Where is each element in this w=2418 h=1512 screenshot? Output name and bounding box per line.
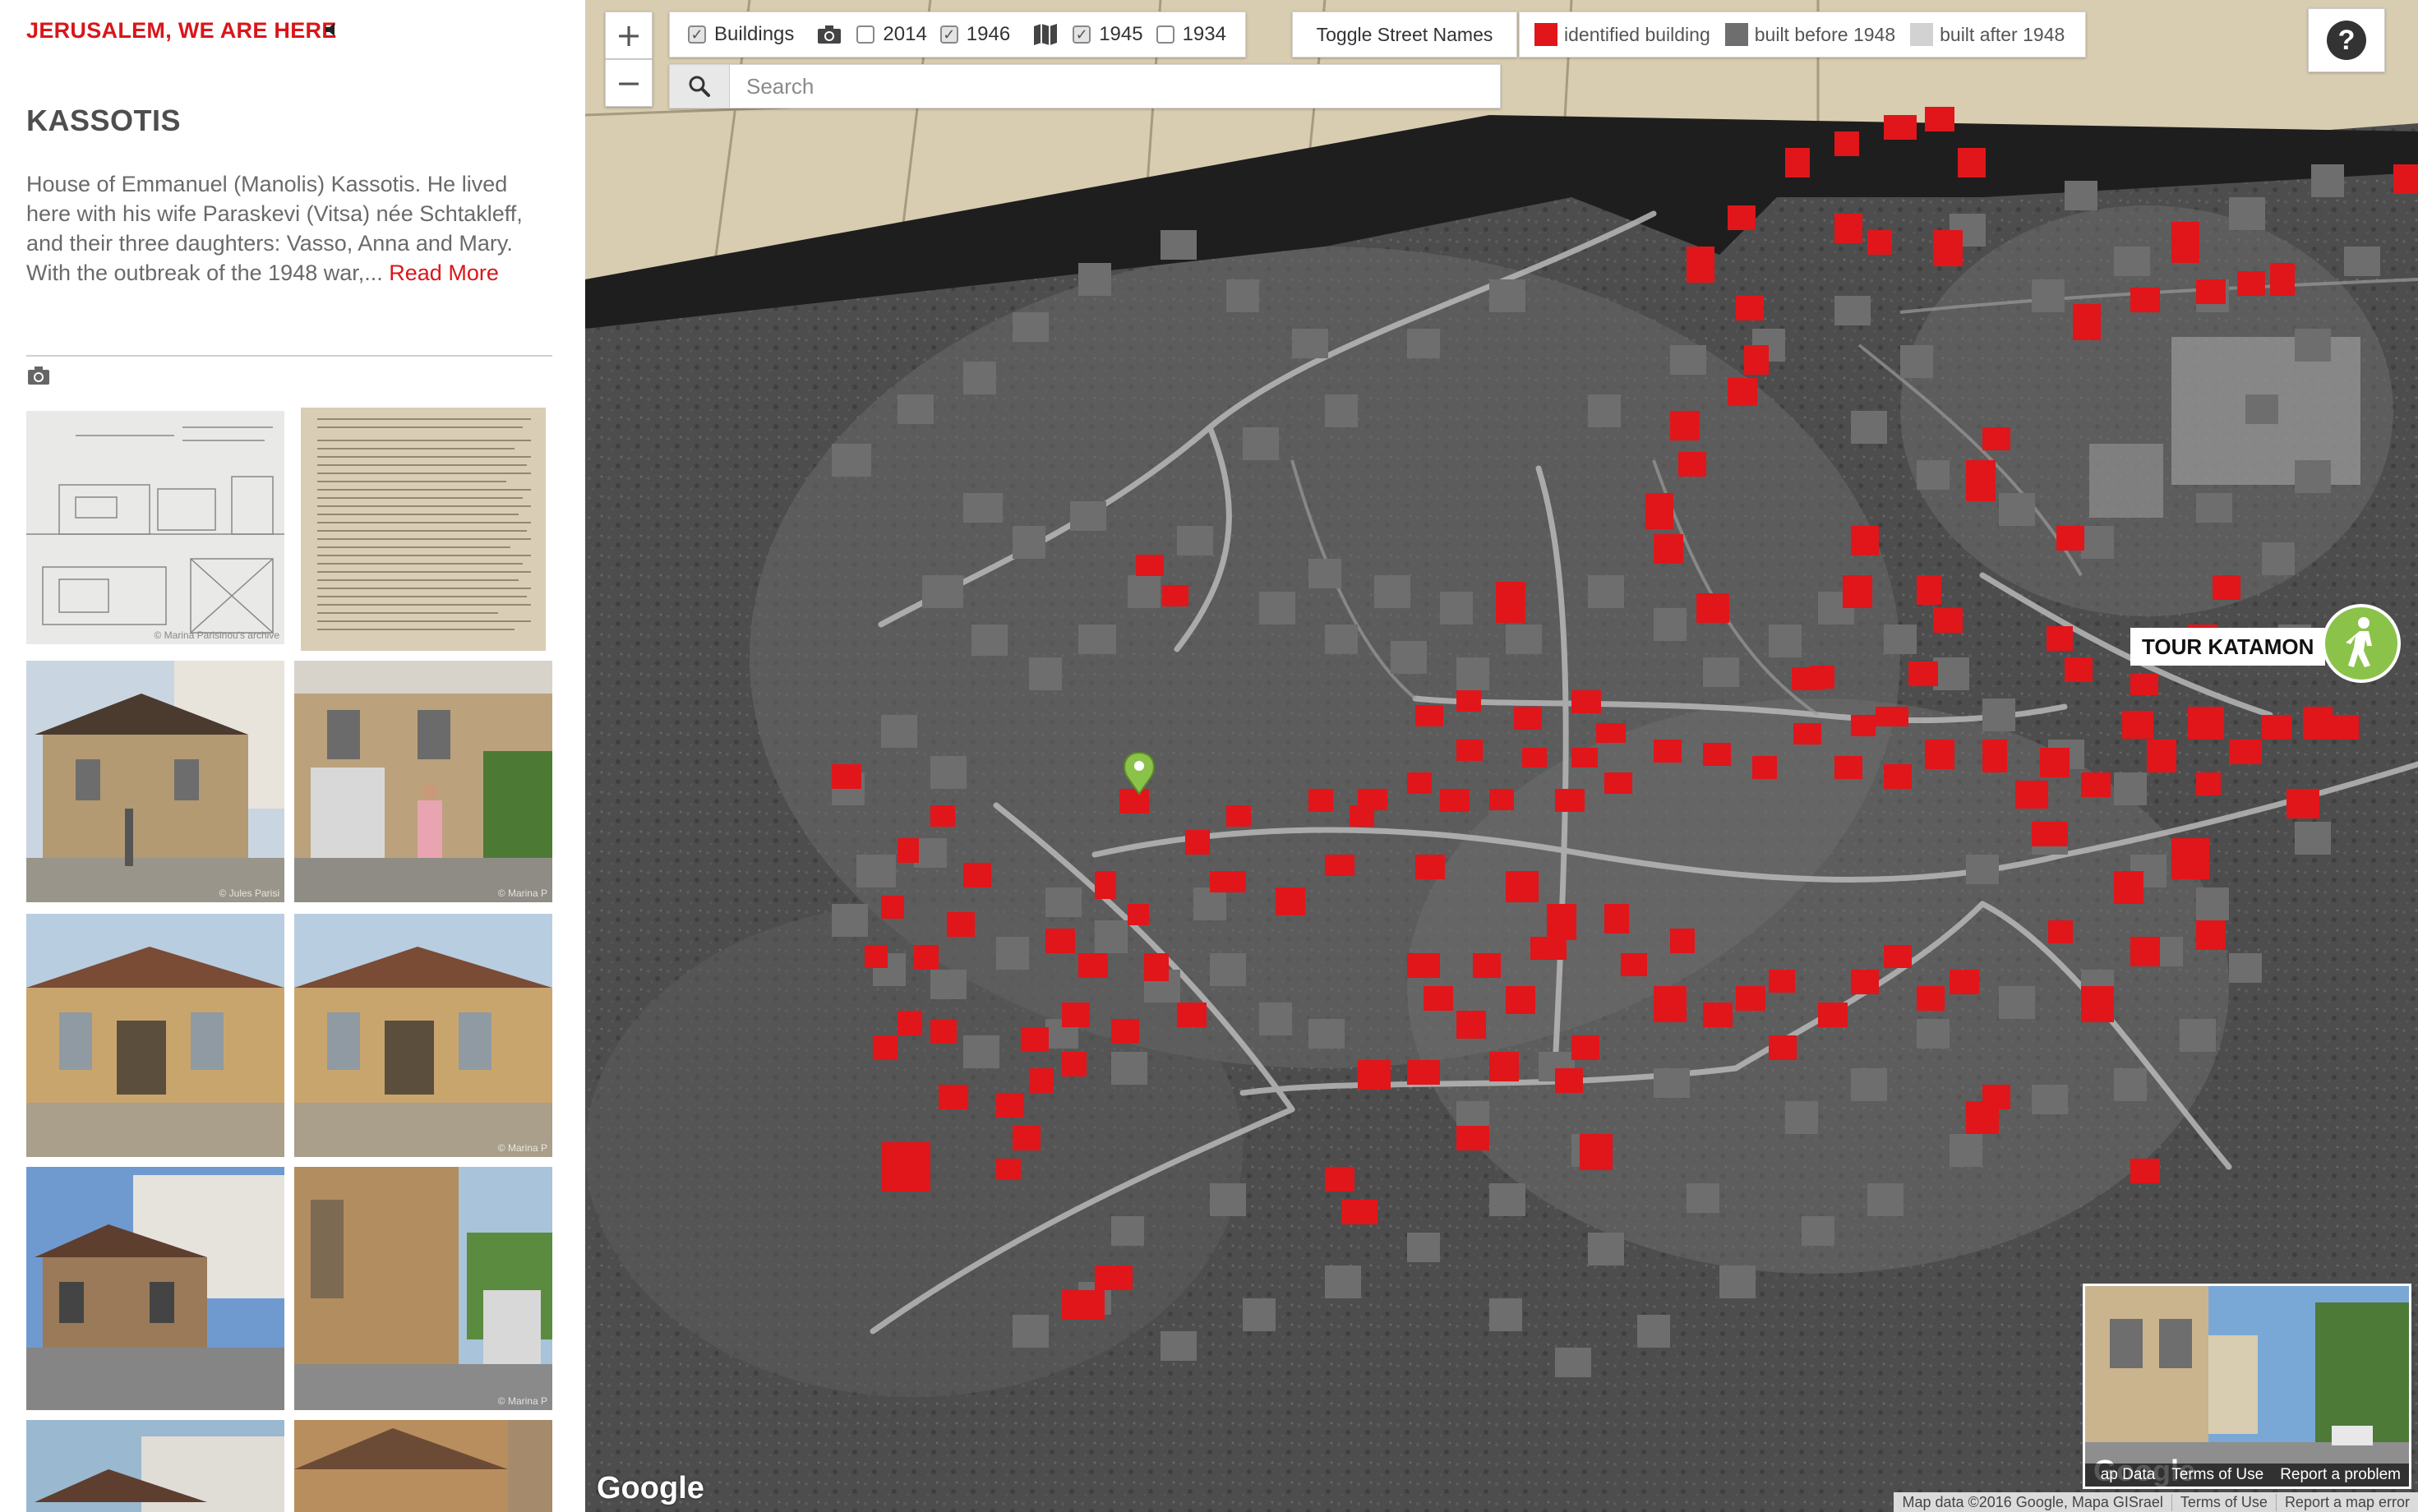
help-icon: ? [2327,21,2366,60]
help-button[interactable]: ? [2308,8,2385,72]
gallery-thumb-house-front[interactable]: © Jules Parisi [26,661,284,902]
legend-swatch-grey [1724,23,1748,46]
street-view-terms-link[interactable]: Terms of Use [2171,1466,2263,1484]
zoom-in-button[interactable]: + [605,12,653,59]
search-icon [689,76,710,97]
camera-icon [817,25,842,44]
year-1945-checkbox[interactable]: ✓ [1073,25,1091,44]
street-view-map-data: ap Data [2100,1466,2156,1483]
year-1934-label: 1934 [1182,23,1226,45]
search-bar [669,64,1501,108]
walking-person-icon[interactable] [2321,603,2402,684]
gallery-thumb-house-wall[interactable]: © Marina P [294,1167,552,1410]
speaker-icon[interactable] [324,21,339,38]
street-view-thumbnail[interactable]: Google ap Data Terms of Use Report a pro… [2083,1284,2411,1489]
thumb-credit: © Marina Parisinou's archive [154,629,279,641]
zoom-out-button[interactable]: − [605,59,653,107]
legend-panel: identified building built before 1948 bu… [1519,12,2086,58]
svg-text:?: ? [2338,25,2356,56]
search-button[interactable] [670,65,730,108]
report-map-error-link[interactable]: Report a map error [2275,1493,2418,1511]
legend-label: identified building [1564,23,1710,45]
toggle-street-names-button[interactable]: Toggle Street Names [1292,12,1517,58]
year-1945-toggle[interactable]: ✓ 1945 [1073,23,1143,46]
legend-swatch-red [1534,23,1557,46]
search-input[interactable] [730,66,1488,107]
street-view-links: ap Data Terms of Use Report a problem [2085,1464,2409,1487]
year-2014-toggle[interactable]: 2014 [856,23,927,46]
thumb-credit: © Marina P [497,1395,547,1407]
map-attribution: Map data ©2016 Google, Mapa GISrael Term… [1894,1492,2418,1512]
layer-panel: ✓ Buildings 2014 ✓ 1946 ✓ 1945 1934 [669,12,1246,58]
place-title: KASSOTIS [26,104,182,137]
legend-swatch-light [1910,23,1934,46]
legend-item-identified: identified building [1534,23,1710,46]
gallery-thumb-house-gate[interactable]: © Marina P [294,661,552,902]
gallery-thumb-blueprint[interactable]: © Marina Parisinou's archive [26,411,284,644]
sidebar: JERUSALEM, WE ARE HERE KASSOTIS House of… [0,0,585,1512]
place-description: House of Emmanuel (Manolis) Kassotis. He… [26,169,552,288]
buildings-toggle[interactable]: ✓ Buildings [688,23,794,46]
thumb-credit: © Jules Parisi [219,887,279,899]
map-icon [1033,23,1058,46]
legend-item-after-1948: built after 1948 [1910,23,2065,46]
legend-label: built before 1948 [1754,23,1896,45]
legend-label: built after 1948 [1940,23,2065,45]
gallery-thumb-house-sunlit-2[interactable]: © Marina P [294,914,552,1157]
buildings-label: Buildings [714,23,795,45]
gallery-thumb-document[interactable] [301,408,546,651]
street-view-report-link[interactable]: Report a problem [2280,1466,2401,1484]
gallery-thumb-house-street[interactable] [26,1167,284,1410]
map-data-text: Map data ©2016 Google, Mapa GISrael [1902,1493,2163,1510]
year-2014-label: 2014 [883,23,927,45]
terms-of-use-link[interactable]: Terms of Use [2171,1493,2276,1511]
tour-katamon-label[interactable]: TOUR KATAMON [2130,628,2326,666]
year-1946-label: 1946 [966,23,1011,45]
legend-item-before-1948: built before 1948 [1724,23,1896,46]
year-1934-checkbox[interactable] [1156,25,1174,44]
gallery-thumb-house-sunlit[interactable] [26,914,284,1157]
year-2014-checkbox[interactable] [856,25,875,44]
thumb-credit: © Marina P [497,1142,547,1154]
camera-icon [28,366,49,385]
year-1934-toggle[interactable]: 1934 [1156,23,1226,46]
buildings-checkbox[interactable]: ✓ [688,25,706,44]
thumb-credit: © Marina P [497,887,547,899]
year-1946-toggle[interactable]: ✓ 1946 [939,23,1011,46]
site-title[interactable]: JERUSALEM, WE ARE HERE [26,18,337,44]
year-1946-checkbox[interactable]: ✓ [939,25,958,44]
divider [26,355,552,357]
google-logo: Google [597,1471,704,1505]
read-more-link[interactable]: Read More [389,260,499,285]
year-1945-label: 1945 [1099,23,1143,45]
map-view[interactable]: + − ✓ Buildings 2014 ✓ 1946 ✓ 1945 1934 [585,0,2418,1512]
gallery-thumb-house-partial-2[interactable] [294,1420,552,1512]
gallery-thumb-house-partial[interactable] [26,1420,284,1512]
